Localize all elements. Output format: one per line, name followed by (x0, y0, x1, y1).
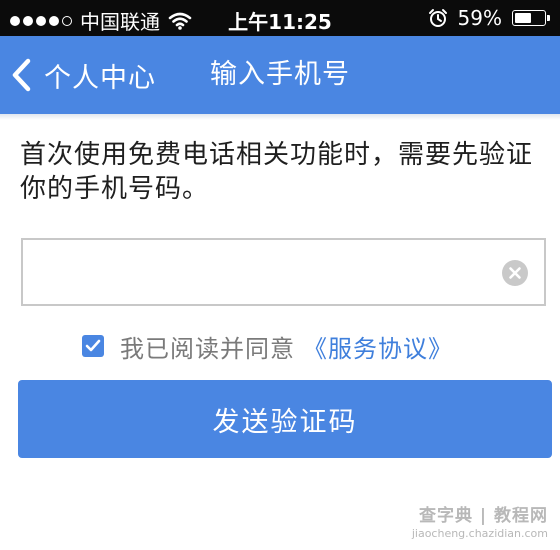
watermark-sub: jiaocheng.chazidian.com (411, 527, 548, 540)
agreement-label: 我已阅读并同意 (120, 334, 295, 363)
watermark: 查字典 | 教程网 jiaocheng.chazidian.com (412, 501, 548, 540)
alarm-icon (428, 9, 447, 27)
nav-bar: 个人中心 输入手机号 (0, 36, 560, 114)
back-button[interactable]: 个人中心 (10, 36, 156, 114)
status-bar: 中国联通 上午11:25 59% (0, 0, 560, 36)
page-title: 输入手机号 (210, 59, 350, 90)
send-code-button[interactable]: 发送验证码 (18, 380, 552, 458)
nav-shadow (0, 114, 560, 120)
clear-input-button[interactable] (502, 260, 528, 286)
phone-input-container (21, 238, 546, 306)
battery-percent: 59% (457, 6, 502, 30)
phone-number-input[interactable] (23, 240, 525, 304)
description-text: 首次使用免费电话相关功能时，需要先验证你的手机号码。 (20, 140, 534, 204)
status-bar-right: 59% (428, 6, 550, 30)
agree-checkbox[interactable] (82, 335, 104, 357)
battery-fill (515, 13, 531, 23)
clear-circle-icon (509, 267, 521, 279)
battery-icon (512, 10, 550, 26)
watermark-main: 查字典 | 教程网 (418, 506, 548, 526)
back-label: 个人中心 (44, 62, 156, 94)
checkmark-icon (85, 339, 101, 352)
agreement-row: 我已阅读并同意 《服务协议》 (82, 326, 453, 366)
chevron-left-icon (12, 58, 31, 92)
send-code-label: 发送验证码 (212, 406, 358, 438)
service-agreement-link[interactable]: 《服务协议》 (303, 329, 453, 364)
